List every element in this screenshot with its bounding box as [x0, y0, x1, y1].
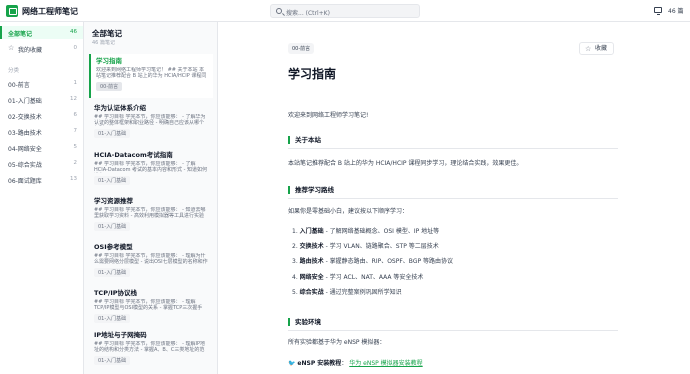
favorite-button-label: 收藏: [595, 45, 608, 52]
note-title: 学习指南: [96, 57, 122, 65]
sidebar-item-label: 我的收藏: [18, 47, 43, 54]
note-card[interactable]: OSI参考模型 ## 学习目标 学完本节，你应该能够： - 理解为什么需要网络分…: [89, 240, 213, 284]
note-list: 全部笔记 46 篇笔记 学习指南 欢迎来到网络工程师学习笔记！ ## 关于本站 …: [84, 22, 218, 374]
heading-about: 关于本站: [288, 136, 321, 144]
ensp-tutorial-link[interactable]: 华为 eNSP 模拟器安装教程: [349, 360, 422, 367]
note-title: IP地址与子网掩码: [94, 331, 147, 339]
star-icon: ☆: [8, 44, 15, 52]
sidebar-item-all-notes[interactable]: 全部笔记 46: [0, 26, 83, 39]
note-title: HCIA-Datacom考试指南: [94, 151, 173, 159]
sidebar-item-label: 04-网络安全: [8, 146, 42, 153]
note-card[interactable]: 学习资源推荐 ## 学习目标 学完本节，你应该能够： - 知道去哪里获取学习资料…: [89, 194, 213, 238]
search-icon: [276, 8, 282, 14]
sidebar-item-category[interactable]: 05-综合实战 2: [0, 157, 83, 170]
search-input[interactable]: 搜索... (Ctrl+K): [270, 4, 420, 18]
note-content: 00-前言 ☆ 收藏 学习指南 欢迎来到网络工程师学习笔记! 关于本站 本站笔记…: [218, 22, 690, 374]
welcome-text: 欢迎来到网络工程师学习笔记!: [288, 112, 369, 119]
note-card[interactable]: IP地址与子网掩码 ## 学习目标 学完本节，你应该能够： - 理解IP地址的结…: [89, 328, 213, 372]
note-title: 华为认证体系介绍: [94, 104, 146, 112]
lab-link-row: 🐦 eNSP 安装教程： 华为 eNSP 模拟器安装教程: [288, 360, 423, 367]
sidebar-item-count: 5: [73, 144, 78, 150]
sidebar-item-count: 1: [73, 80, 78, 86]
note-card[interactable]: TCP/IP协议栈 ## 学习目标 学完本节，你应该能够： - 理解 TCP/I…: [89, 286, 213, 330]
sidebar-item-category[interactable]: 04-网络安全 5: [0, 141, 83, 154]
page-title: 学习指南: [288, 67, 337, 81]
star-icon: ☆: [585, 45, 592, 53]
note-excerpt: 欢迎来到网络工程师学习笔记！ ## 关于本站 本站笔记推荐配合 B 站上的华为 …: [96, 67, 207, 79]
sidebar-item-label: 06-面试题库: [8, 178, 42, 185]
note-excerpt: ## 学习目标 学完本节，你应该能够： - 理解为什么需要网络分层模型 - 说出…: [94, 253, 208, 265]
sidebar-item-favorites[interactable]: ☆ 我的收藏 0: [0, 42, 83, 55]
note-tag: 01-入门基础: [94, 356, 131, 365]
note-excerpt: ## 学习目标 学完本节，你应该能够： - 知道去哪里获取学习资料 - 高效利用…: [94, 207, 206, 219]
sidebar-item-category[interactable]: 03-路由技术 7: [0, 125, 83, 138]
note-tag: 00-前言: [96, 82, 123, 91]
sidebar-item-count: 0: [73, 45, 78, 51]
search-placeholder: 搜索... (Ctrl+K): [286, 10, 330, 17]
note-tag: 01-入门基础: [94, 268, 131, 277]
sidebar-item-category[interactable]: 00-前言 1: [0, 77, 83, 90]
note-excerpt: ## 学习目标 学完本节，你应该能够： - 理解IP地址的结构和分类方法 - 掌…: [94, 341, 206, 353]
note-tag: 01-入门基础: [94, 129, 131, 138]
note-card[interactable]: 华为认证体系介绍 ## 学习目标 学完本节，你应该能够： - 了解华为认证的整体…: [89, 101, 213, 145]
sidebar-item-category[interactable]: 01-入门基础 12: [0, 93, 83, 106]
note-title: OSI参考模型: [94, 243, 133, 251]
note-excerpt: ## 学习目标 学完本节，你应该能够： - 了解华为认证的整体框架和职业路径 -…: [94, 114, 206, 126]
sidebar-item-label: 02-交换技术: [8, 114, 42, 121]
sidebar-item-label: 00-前言: [8, 82, 30, 89]
heading-divider: [288, 198, 618, 199]
note-card[interactable]: HCIA-Datacom考试指南 ## 学习目标 学完本节，你应该能够： - 了…: [89, 148, 213, 192]
heading-lab: 实验环境: [288, 318, 321, 326]
notebook-logo-icon: [6, 5, 18, 17]
heading-route: 推荐学习路线: [288, 186, 334, 194]
note-excerpt: ## 学习目标 学完本节，你应该能够： - 了解 HCIA-Datacom 考试…: [94, 161, 208, 173]
sidebar-item-count: 12: [70, 96, 77, 102]
list-item: 3. 路由技术 - 掌握静态路由、RIP、OSPF、BGP 等路由协议: [292, 258, 453, 265]
sidebar-item-label: 03-路由技术: [8, 130, 42, 137]
sidebar-item-count: 13: [70, 176, 77, 182]
sidebar-item-count: 6: [73, 112, 78, 118]
favorite-button[interactable]: ☆ 收藏: [579, 42, 615, 55]
bird-icon: 🐦: [288, 360, 296, 367]
top-bar: 网络工程师笔记 搜索... (Ctrl+K) 46 篇: [0, 0, 690, 22]
category-section-label: 分类: [8, 68, 20, 74]
sidebar-item-count: 2: [73, 160, 78, 166]
note-tag: 01-入门基础: [94, 222, 131, 231]
category-badge[interactable]: 00-前言: [288, 43, 315, 54]
note-tag: 01-入门基础: [94, 176, 131, 185]
list-item: 4. 网络安全 - 学习 ACL、NAT、AAA 等安全技术: [292, 274, 424, 281]
app-title: 网络工程师笔记: [22, 7, 78, 16]
note-title: TCP/IP协议栈: [94, 289, 138, 297]
sidebar-item-count: 46: [70, 29, 77, 35]
route-intro: 如果你是零基础小白，建议按以下顺序学习：: [288, 208, 409, 215]
lab-intro: 所有实验都基于华为 eNSP 模拟器：: [288, 339, 386, 346]
note-title: 学习资源推荐: [94, 197, 133, 205]
note-list-title: 全部笔记: [92, 29, 122, 38]
sidebar-item-label: 全部笔记: [8, 31, 33, 38]
sidebar-item-label: 05-综合实战: [8, 162, 42, 169]
about-text: 本站笔记推荐配合 B 站上的华为 HCIA/HCIP 课程同步学习，理论结合实践…: [288, 160, 523, 167]
note-count-badge: 46 篇: [668, 8, 684, 15]
sidebar-item-category[interactable]: 06-面试题库 13: [0, 173, 83, 186]
sidebar: 全部笔记 46 ☆ 我的收藏 0 分类 00-前言 1 01-入门基础 12 0…: [0, 22, 84, 374]
heading-divider: [288, 330, 618, 331]
list-item: 2. 交换技术 - 学习 VLAN、链路聚合、STP 等二层技术: [292, 243, 439, 250]
list-item: 5. 综合实战 - 通过完整案例巩固所学知识: [292, 289, 402, 296]
heading-divider: [288, 148, 618, 149]
list-item: 1. 入门基础 - 了解网络基础概念、OSI 模型、IP 地址等: [292, 228, 440, 235]
sidebar-item-label: 01-入门基础: [8, 98, 42, 105]
note-excerpt: ## 学习目标 学完本节，你应该能够： - 理解 TCP/IP模型与OSI模型的…: [94, 299, 203, 311]
note-card[interactable]: 学习指南 欢迎来到网络工程师学习笔记！ ## 关于本站 本站笔记推荐配合 B 站…: [89, 54, 213, 98]
note-list-subtitle: 46 篇笔记: [92, 40, 115, 46]
lab-link-label: eNSP 安装教程: [297, 360, 342, 367]
note-tag: 01-入门基础: [94, 314, 131, 323]
sidebar-item-count: 7: [73, 128, 78, 134]
sidebar-item-category[interactable]: 02-交换技术 6: [0, 109, 83, 122]
monitor-icon[interactable]: [654, 7, 662, 15]
